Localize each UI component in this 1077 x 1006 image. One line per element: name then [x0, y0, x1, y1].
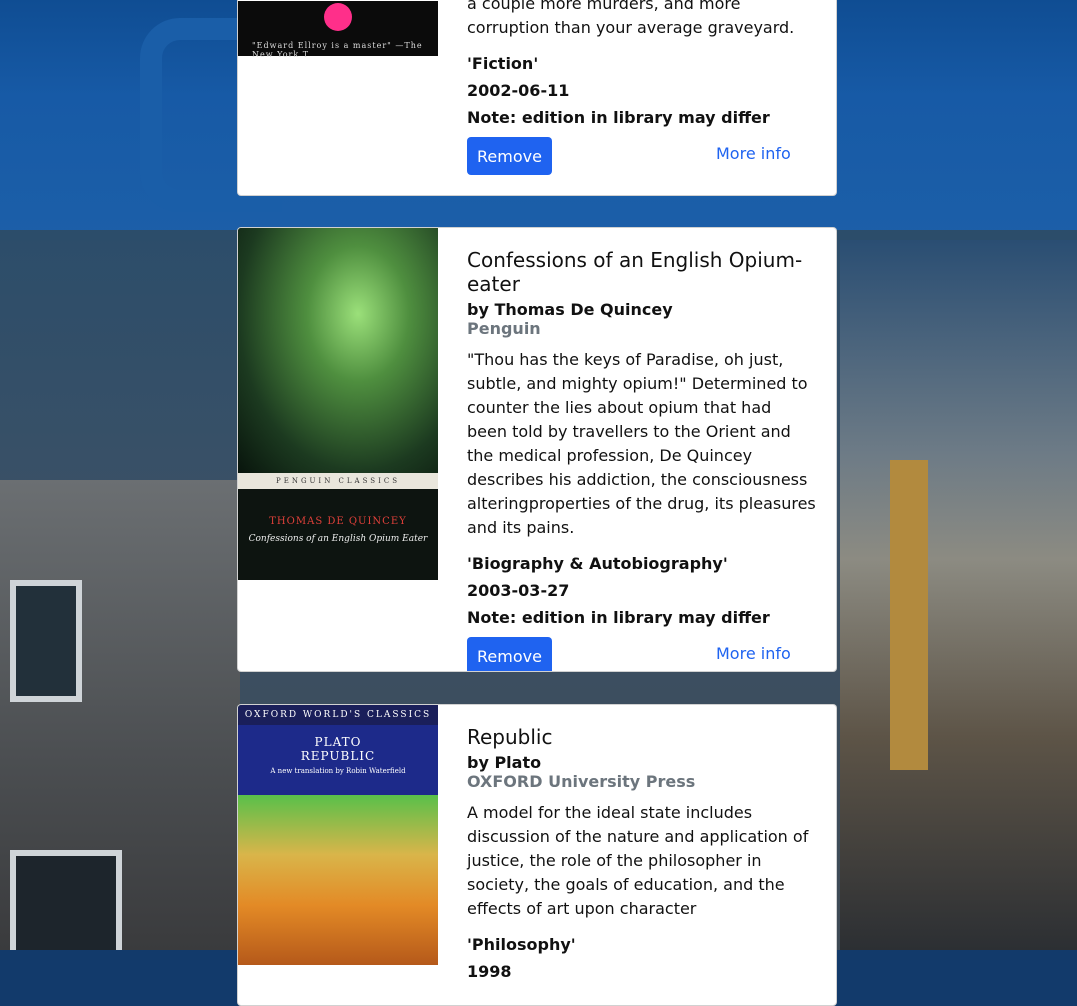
- book-category: 'Philosophy': [467, 935, 576, 954]
- book-date: 1998: [467, 962, 512, 981]
- remove-button[interactable]: Remove: [467, 637, 552, 671]
- book-title: Republic: [467, 725, 553, 749]
- book-card: PENGUIN CLASSICS THOMAS DE QUINCEY Confe…: [237, 227, 837, 672]
- book-description: a couple more murders, and more corrupti…: [467, 0, 795, 37]
- book-card: "Edward Ellroy is a master" —The New Yor…: [237, 0, 837, 196]
- book-author: by Thomas De Quincey: [467, 300, 673, 319]
- book-cover: OXFORD WORLD'S CLASSICS PLATO REPUBLIC A…: [238, 705, 438, 965]
- book-date: 2003-03-27: [467, 581, 570, 600]
- book-cover: "Edward Ellroy is a master" —The New Yor…: [238, 0, 438, 195]
- more-info-link[interactable]: More info: [716, 144, 791, 163]
- book-description: "Thou has the keys of Paradise, oh just,…: [467, 350, 816, 537]
- book-publisher: Penguin: [467, 319, 541, 338]
- cover-emblem-icon: [324, 3, 352, 31]
- book-date: 2002-06-11: [467, 81, 570, 100]
- remove-button[interactable]: Remove: [467, 137, 552, 175]
- book-category: 'Fiction': [467, 54, 539, 73]
- book-description: A model for the ideal state includes dis…: [467, 803, 809, 918]
- book-note: Note: edition in library may differ: [467, 108, 770, 127]
- book-cover: PENGUIN CLASSICS THOMAS DE QUINCEY Confe…: [238, 228, 438, 580]
- book-note: Note: edition in library may differ: [467, 608, 770, 627]
- book-author: by Plato: [467, 753, 542, 772]
- book-publisher: OXFORD University Press: [467, 772, 696, 791]
- book-card: OXFORD WORLD'S CLASSICS PLATO REPUBLIC A…: [237, 704, 837, 1006]
- book-category: 'Biography & Autobiography': [467, 554, 728, 573]
- book-title: Confessions of an English Opium-eater: [467, 248, 803, 296]
- more-info-link[interactable]: More info: [716, 644, 791, 663]
